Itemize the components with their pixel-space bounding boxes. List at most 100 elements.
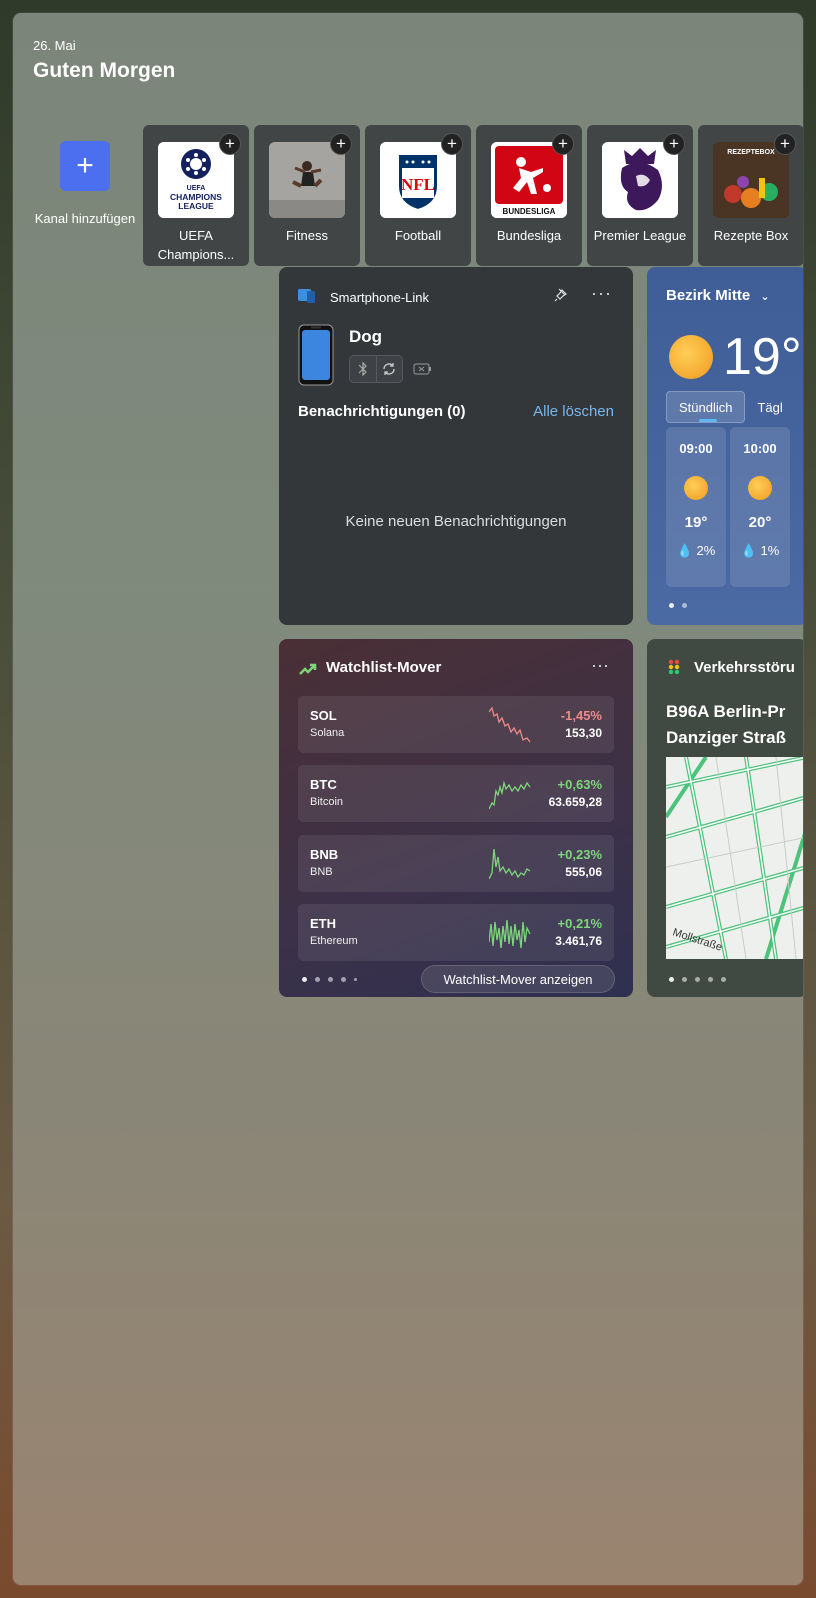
bundesliga-logo: BUNDESLIGA — [491, 142, 567, 218]
sun-icon — [669, 335, 713, 379]
watchlist-widget: Watchlist-Mover ··· SOL Solana -1,45% 15… — [279, 639, 633, 997]
ticker-row[interactable]: SOL Solana -1,45% 153,30 — [298, 696, 614, 753]
droplet-icon: 💧 — [676, 543, 693, 558]
hourly-forecast-item[interactable]: 09:00 19° 💧 2% — [666, 427, 726, 587]
channel-premier-league[interactable]: + Premier League — [587, 125, 693, 266]
sun-icon — [748, 476, 772, 500]
ticker-name: BNB — [310, 866, 333, 878]
widget-title: Smartphone-Link — [330, 290, 429, 305]
ticker-symbol: BTC — [310, 777, 337, 792]
rezepte-box-thumbnail: REZEPTEBOX — [713, 142, 789, 218]
ticker-row[interactable]: ETH Ethereum +0,21% 3.461,76 — [298, 904, 614, 961]
battery-icon — [413, 363, 431, 375]
droplet-icon: 💧 — [740, 543, 757, 558]
tab-hourly[interactable]: Stündlich — [666, 391, 746, 423]
phone-device-icon — [298, 324, 334, 386]
ticker-price: 153,30 — [565, 726, 602, 740]
device-name: Dog — [349, 327, 383, 346]
plus-icon: + — [60, 141, 110, 191]
add-icon[interactable]: + — [441, 133, 463, 155]
current-temperature: 19° — [723, 328, 802, 386]
precip-value: 1% — [760, 543, 780, 558]
notifications-header: Benachrichtigungen (0) — [298, 403, 466, 420]
sun-icon — [684, 476, 708, 500]
channel-champions-league[interactable]: + UEFA CHAMPIONS LEAGUE UEFA Champions..… — [143, 125, 249, 266]
location-selector[interactable]: Bezirk Mitte ⌄ — [666, 287, 770, 304]
ticker-name: Ethereum — [310, 935, 358, 947]
tab-daily[interactable]: Tägl — [745, 391, 794, 423]
channel-label: Premier League — [593, 228, 687, 243]
sparkline-chart — [489, 706, 531, 743]
fitness-thumbnail — [269, 142, 345, 218]
traffic-light-icon — [668, 659, 680, 675]
more-options-icon[interactable]: ··· — [591, 655, 609, 676]
precip-value: 2% — [696, 543, 716, 558]
show-watchlist-button[interactable]: Watchlist-Mover anzeigen — [421, 965, 615, 993]
add-icon[interactable]: + — [330, 133, 352, 155]
svg-text:NFL: NFL — [401, 175, 435, 194]
weather-widget: Bezirk Mitte ⌄ 19° Stündlich Tägl 09:00 … — [647, 267, 803, 625]
ticker-change: -1,45% — [560, 708, 602, 723]
ticker-price: 555,06 — [565, 865, 602, 879]
sparkline-chart — [489, 780, 531, 810]
ticker-name: Bitcoin — [310, 796, 344, 808]
channel-bundesliga[interactable]: + BUNDESLIGA Bundesliga — [476, 125, 582, 266]
svg-text:LEAGUE: LEAGUE — [178, 201, 214, 211]
bluetooth-icon[interactable] — [350, 356, 376, 382]
ticker-symbol: BNB — [310, 847, 339, 862]
forecast-temp: 19° — [684, 514, 708, 531]
headline-line-2: Danziger Straß — [666, 728, 786, 747]
location-label: Bezirk Mitte — [666, 287, 751, 304]
ticker-price: 3.461,76 — [555, 934, 602, 948]
greeting-title: Guten Morgen — [33, 59, 176, 82]
date-label: 26. Mai — [33, 38, 76, 53]
ticker-change: +0,63% — [557, 777, 602, 792]
svg-text:UEFA: UEFA — [187, 185, 206, 192]
forecast-tabs: Stündlich Tägl — [666, 391, 803, 423]
page-indicator[interactable] — [669, 977, 726, 982]
svg-text:REZEPTEBOX: REZEPTEBOX — [727, 149, 775, 156]
add-icon[interactable]: + — [663, 133, 685, 155]
page-indicator[interactable] — [669, 603, 687, 608]
champions-league-logo: UEFA CHAMPIONS LEAGUE — [158, 142, 234, 218]
add-icon[interactable]: + — [774, 133, 796, 155]
sync-icon[interactable] — [375, 356, 403, 382]
ticker-symbol: SOL — [310, 708, 337, 723]
forecast-time: 10:00 — [743, 441, 777, 456]
channel-football[interactable]: + NFL Football — [365, 125, 471, 266]
widgets-panel: 26. Mai Guten Morgen + Kanal hinzufügen … — [13, 13, 803, 1585]
precipitation: 💧 2% — [666, 543, 726, 559]
headline-line-1: B96A Berlin-Pr — [666, 702, 786, 721]
ticker-change: +0,21% — [557, 916, 602, 931]
page-indicator[interactable] — [302, 977, 357, 982]
smartphone-link-widget: Smartphone-Link ··· Dog Benachrichtigung… — [279, 267, 633, 625]
precipitation: 💧 1% — [730, 543, 790, 559]
add-icon[interactable]: + — [219, 133, 241, 155]
channel-label: UEFA Champions... — [157, 228, 235, 262]
traffic-headline[interactable]: B96A Berlin-Pr Danziger Straß — [666, 699, 786, 751]
ticker-change: +0,23% — [557, 847, 602, 862]
channel-label: Fitness — [286, 228, 328, 243]
clear-all-link[interactable]: Alle löschen — [533, 403, 614, 420]
pin-icon[interactable] — [553, 287, 569, 308]
channel-label: Football — [394, 228, 442, 243]
add-icon[interactable]: + — [552, 133, 574, 155]
hourly-forecast-item[interactable]: 10:00 20° 💧 1% — [730, 427, 790, 587]
channel-fitness[interactable]: + Fitness — [254, 125, 360, 266]
add-channel-button[interactable]: + Kanal hinzufügen — [33, 125, 137, 265]
ticker-row[interactable]: BNB BNB +0,23% 555,06 — [298, 835, 614, 892]
nfl-logo: NFL — [380, 142, 456, 218]
traffic-map[interactable]: Mollstraße — [666, 757, 803, 959]
ticker-name: Solana — [310, 727, 345, 739]
ticker-row[interactable]: BTC Bitcoin +0,63% 63.659,28 — [298, 765, 614, 822]
ticker-price: 63.659,28 — [548, 795, 602, 809]
premier-league-logo — [602, 142, 678, 218]
more-options-icon[interactable]: ··· — [591, 283, 612, 304]
empty-notifications-text: Keine neuen Benachrichtigungen — [345, 513, 567, 530]
svg-text:BUNDESLIGA: BUNDESLIGA — [503, 207, 556, 216]
channel-label: Bundesliga — [496, 228, 562, 243]
channel-rezepte-box[interactable]: + REZEPTEBOX Rezepte Box — [698, 125, 803, 266]
trending-up-icon — [299, 663, 317, 675]
add-channel-label: Kanal hinzufügen — [34, 211, 136, 226]
chevron-down-icon: ⌄ — [760, 291, 770, 303]
